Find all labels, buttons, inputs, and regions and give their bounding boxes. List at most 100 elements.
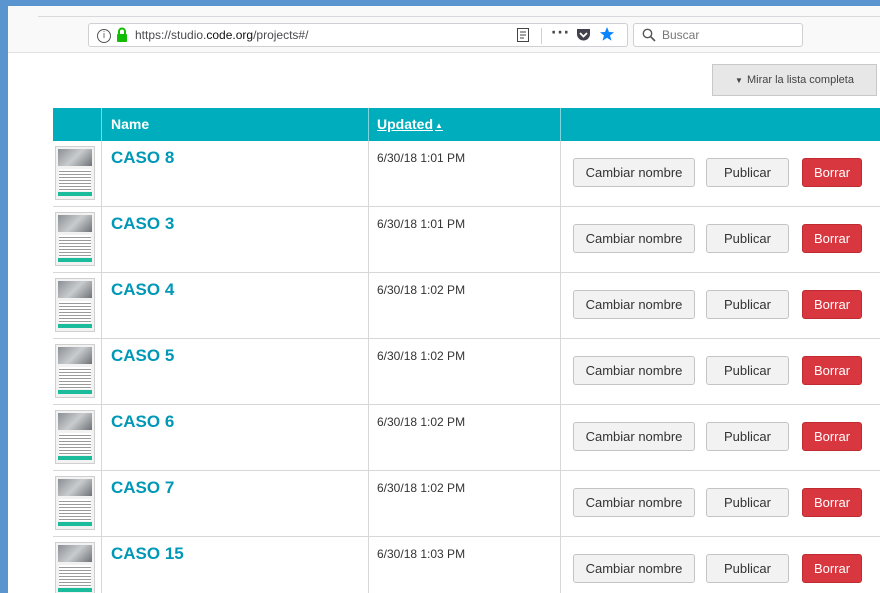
table-row: CASO 5 6/30/18 1:02 PM Cambiar nombre Pu… (53, 339, 880, 405)
url-text[interactable]: https://studio.code.org/projects#/ (135, 28, 308, 42)
delete-button[interactable]: Borrar (802, 158, 862, 187)
table-row: CASO 4 6/30/18 1:02 PM Cambiar nombre Pu… (53, 273, 880, 339)
project-name-link[interactable]: CASO 3 (111, 214, 174, 234)
updated-timestamp: 6/30/18 1:01 PM (377, 151, 466, 165)
thumbnail-photo (58, 479, 92, 496)
delete-button[interactable]: Borrar (802, 356, 862, 385)
rename-button[interactable]: Cambiar nombre (573, 422, 695, 451)
thumbnail-bar (58, 258, 92, 262)
row-divider (368, 141, 369, 206)
thumbnail-text (59, 433, 91, 455)
publish-button[interactable]: Publicar (706, 158, 789, 187)
table-header: Name Updated ▲ (53, 108, 880, 141)
publish-button[interactable]: Publicar (706, 224, 789, 253)
table-row: CASO 3 6/30/18 1:01 PM Cambiar nombre Pu… (53, 207, 880, 273)
row-divider (101, 405, 102, 470)
row-divider (560, 339, 561, 404)
pocket-icon[interactable] (576, 28, 591, 42)
row-divider (368, 273, 369, 338)
row-divider (560, 471, 561, 536)
publish-button[interactable]: Publicar (706, 356, 789, 385)
thumbnail-bar (58, 192, 92, 196)
info-icon[interactable]: i (97, 29, 111, 43)
delete-button[interactable]: Borrar (802, 488, 862, 517)
project-thumbnail[interactable] (55, 410, 95, 464)
rename-button[interactable]: Cambiar nombre (573, 488, 695, 517)
reader-view-icon[interactable] (517, 28, 529, 42)
column-name-header[interactable]: Name (111, 108, 149, 141)
row-divider (101, 207, 102, 272)
projects-table: Name Updated ▲ CASO 8 6/30/18 1:01 PM Cam… (53, 108, 880, 593)
project-thumbnail[interactable] (55, 542, 95, 593)
table-row: CASO 6 6/30/18 1:02 PM Cambiar nombre Pu… (53, 405, 880, 471)
rename-button[interactable]: Cambiar nombre (573, 290, 695, 319)
row-divider (560, 207, 561, 272)
header-divider (101, 108, 102, 141)
thumbnail-photo (58, 545, 92, 562)
thumbnail-text (59, 367, 91, 389)
search-bar[interactable]: Buscar (633, 23, 803, 47)
rename-button[interactable]: Cambiar nombre (573, 224, 695, 253)
delete-button[interactable]: Borrar (802, 554, 862, 583)
rename-button[interactable]: Cambiar nombre (573, 356, 695, 385)
thumbnail-text (59, 499, 91, 521)
table-body: CASO 8 6/30/18 1:01 PM Cambiar nombre Pu… (53, 141, 880, 593)
row-divider (368, 537, 369, 593)
row-divider (560, 273, 561, 338)
thumbnail-text (59, 169, 91, 191)
delete-button[interactable]: Borrar (802, 290, 862, 319)
view-full-list-label: Mirar la lista completa (746, 74, 854, 86)
url-separator (541, 28, 542, 44)
thumbnail-text (59, 235, 91, 257)
project-thumbnail[interactable] (55, 146, 95, 200)
project-thumbnail[interactable] (55, 476, 95, 530)
browser-window: i https://studio.code.org/projects#/ ··· (8, 6, 880, 593)
project-thumbnail[interactable] (55, 212, 95, 266)
publish-button[interactable]: Publicar (706, 554, 789, 583)
project-name-link[interactable]: CASO 15 (111, 544, 184, 564)
column-updated-label: Updated (377, 116, 433, 132)
updated-timestamp: 6/30/18 1:01 PM (377, 217, 466, 231)
address-bar[interactable]: i https://studio.code.org/projects#/ ··· (88, 23, 628, 47)
row-divider (368, 339, 369, 404)
publish-button[interactable]: Publicar (706, 290, 789, 319)
rename-button[interactable]: Cambiar nombre (573, 554, 695, 583)
header-divider (368, 108, 369, 141)
caret-down-icon: ▼ (735, 76, 743, 85)
page-actions-icon[interactable]: ··· (551, 25, 570, 41)
publish-button[interactable]: Publicar (706, 422, 789, 451)
project-name-link[interactable]: CASO 4 (111, 280, 174, 300)
table-row: CASO 8 6/30/18 1:01 PM Cambiar nombre Pu… (53, 141, 880, 207)
project-name-link[interactable]: CASO 7 (111, 478, 174, 498)
lock-icon (117, 27, 127, 42)
updated-timestamp: 6/30/18 1:02 PM (377, 349, 466, 363)
rename-button[interactable]: Cambiar nombre (573, 158, 695, 187)
project-name-link[interactable]: CASO 6 (111, 412, 174, 432)
publish-button[interactable]: Publicar (706, 488, 789, 517)
row-divider (101, 273, 102, 338)
thumbnail-photo (58, 149, 92, 166)
column-updated-header[interactable]: Updated ▲ (377, 108, 443, 141)
delete-button[interactable]: Borrar (802, 422, 862, 451)
table-row: CASO 7 6/30/18 1:02 PM Cambiar nombre Pu… (53, 471, 880, 537)
thumbnail-bar (58, 522, 92, 526)
project-thumbnail[interactable] (55, 278, 95, 332)
thumbnail-text (59, 565, 91, 587)
thumbnail-photo (58, 281, 92, 298)
thumbnail-bar (58, 390, 92, 394)
sort-ascending-icon: ▲ (435, 120, 443, 130)
project-name-link[interactable]: CASO 8 (111, 148, 174, 168)
delete-button[interactable]: Borrar (802, 224, 862, 253)
thumbnail-bar (58, 588, 92, 592)
updated-timestamp: 6/30/18 1:03 PM (377, 547, 466, 561)
view-full-list-button[interactable]: ▼ Mirar la lista completa (712, 64, 877, 96)
row-divider (101, 141, 102, 206)
row-divider (560, 405, 561, 470)
search-placeholder: Buscar (662, 28, 700, 42)
project-thumbnail[interactable] (55, 344, 95, 398)
thumbnail-photo (58, 347, 92, 364)
table-row: CASO 15 6/30/18 1:03 PM Cambiar nombre P… (53, 537, 880, 593)
project-name-link[interactable]: CASO 5 (111, 346, 174, 366)
thumbnail-bar (58, 324, 92, 328)
bookmark-star-icon[interactable] (599, 26, 615, 42)
